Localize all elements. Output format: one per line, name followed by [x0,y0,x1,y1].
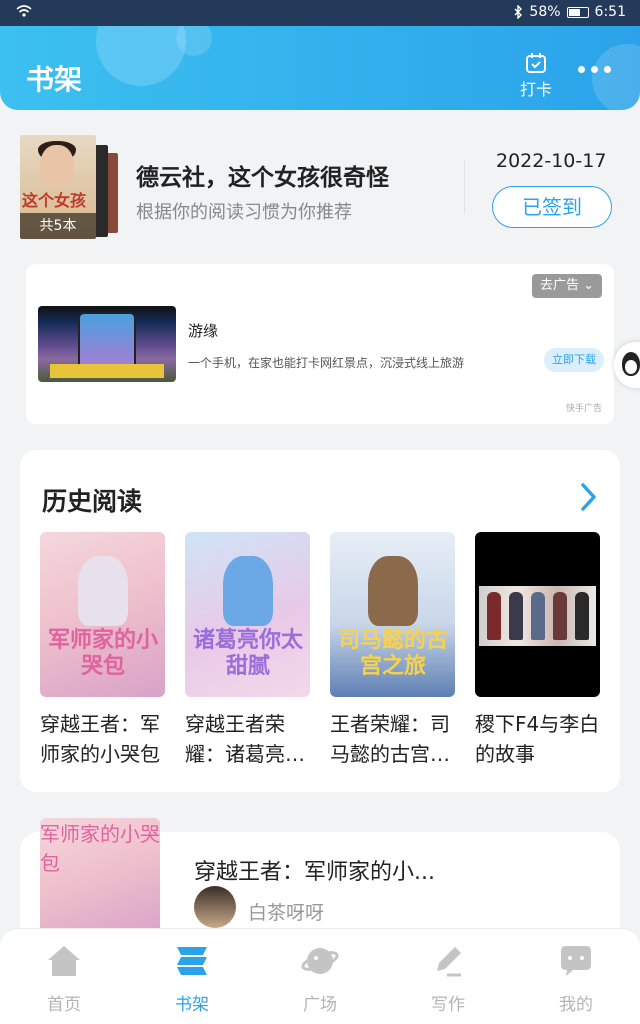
cover-title: 军师家的小哭包 [47,628,158,679]
ad-image [38,306,176,382]
book-title: 王者荣耀：司马懿的古宫之旅 [330,712,450,766]
checkin-date: 2022-10-17 [496,150,607,172]
book-cover: 军师家的小哭包 [40,532,165,697]
bottom-tab-bar: 首页 书架 广场 写作 我的 [0,928,640,1024]
history-book[interactable]: 军师家的小哭包 穿越王者：军师家的小哭包 [40,532,165,769]
bluetooth-icon [514,5,523,19]
header: 书架 打卡 [0,26,640,110]
history-book[interactable]: 司马懿的古宫之旅 王者荣耀：司马懿的古宫之旅 [330,532,455,769]
book-count-badge: 共5本 [20,213,96,239]
ad-description: 一个手机，在家也能打卡网红景点，沉浸式线上旅游 [188,356,465,370]
planet-icon [301,948,339,974]
ad-source: 快手广告 [565,404,602,414]
history-book[interactable]: 诸葛亮你太甜腻 穿越王者荣耀：诸葛亮你太甜腻 [185,532,310,769]
remove-ad-button[interactable]: 去广告 ⌄ [531,274,602,298]
status-bar: 58% 6:51 [0,0,640,26]
qq-float-button[interactable] [614,342,640,388]
tab-bookshelf[interactable]: 书架 [160,943,224,1015]
tab-label: 我的 [559,995,593,1015]
book-cover: 军师家的小哭包 [40,818,160,938]
recommendation-card[interactable]: 这个女孩 共5本 德云社，这个女孩很奇怪 根据你的阅读习惯为你推荐 2022-1… [0,130,640,240]
home-icon [48,946,80,976]
ad-download-button[interactable]: 立即下载 [544,348,604,372]
battery-icon [566,6,589,18]
cover-title: 军师家的小哭包 [40,822,160,875]
section-title: 历史阅读 [42,487,143,516]
tab-plaza[interactable]: 广场 [288,943,352,1015]
recommendation-title: 德云社，这个女孩很奇怪 [136,165,389,191]
page-title: 书架 [26,63,83,96]
ad-banner[interactable]: 去广告 ⌄ 游缘 一个手机，在家也能打卡网红景点，沉浸式线上旅游 立即下载 快手… [26,264,614,424]
book-cover: 这个女孩 共5本 [20,135,96,239]
chevron-down-icon: ⌄ [583,278,594,293]
book-title: 稷下F4与李白的故事 [475,712,600,766]
checkin-button[interactable]: 打卡 [514,52,558,100]
remove-ad-label: 去广告 [539,278,579,293]
book-title: 穿越王者：军师家的小哭包 [40,712,160,766]
tab-label: 写作 [431,995,465,1015]
tab-label: 书架 [175,995,209,1015]
recommendation-subtitle: 根据你的阅读习惯为你推荐 [136,202,352,223]
book-cover: 诸葛亮你太甜腻 [185,532,310,697]
bookshelf-icon [177,947,207,975]
cover-title: 司马懿的古宫之旅 [337,628,448,679]
chat-bubble-icon [561,946,591,976]
checkin-label: 打卡 [519,80,552,99]
tab-write[interactable]: 写作 [416,943,480,1015]
wifi-icon [16,5,32,17]
signed-in-button[interactable]: 已签到 [492,186,612,228]
recommendation-cover-stack: 这个女孩 共5本 [20,135,120,239]
cover-title: 诸葛亮你太甜腻 [192,628,303,679]
chevron-right-icon[interactable] [578,482,598,512]
tab-profile[interactable]: 我的 [544,943,608,1015]
clock: 6:51 [594,4,626,20]
more-menu-button[interactable] [578,66,611,73]
book-cover [475,532,600,697]
battery-percent: 58% [529,4,561,20]
book-title: 穿越王者荣耀：诸葛亮你太甜腻 [185,712,305,766]
pen-icon [437,947,461,977]
author-name: 白茶呀呀 [248,902,325,924]
divider [464,160,465,214]
avatar [194,886,236,928]
calendar-check-icon [526,53,546,73]
tab-label: 首页 [47,995,81,1015]
book-title: 穿越王者：军师家的小... [194,860,435,885]
book-cover: 司马懿的古宫之旅 [330,532,455,697]
tab-home[interactable]: 首页 [32,943,96,1015]
ad-app-name: 游缘 [188,322,219,340]
history-book[interactable]: 稷下F4与李白的故事 [475,532,600,769]
tab-label: 广场 [303,995,337,1015]
history-section: 历史阅读 军师家的小哭包 穿越王者：军师家的小哭包 诸葛亮你太甜腻 穿越王者荣耀… [20,450,620,792]
